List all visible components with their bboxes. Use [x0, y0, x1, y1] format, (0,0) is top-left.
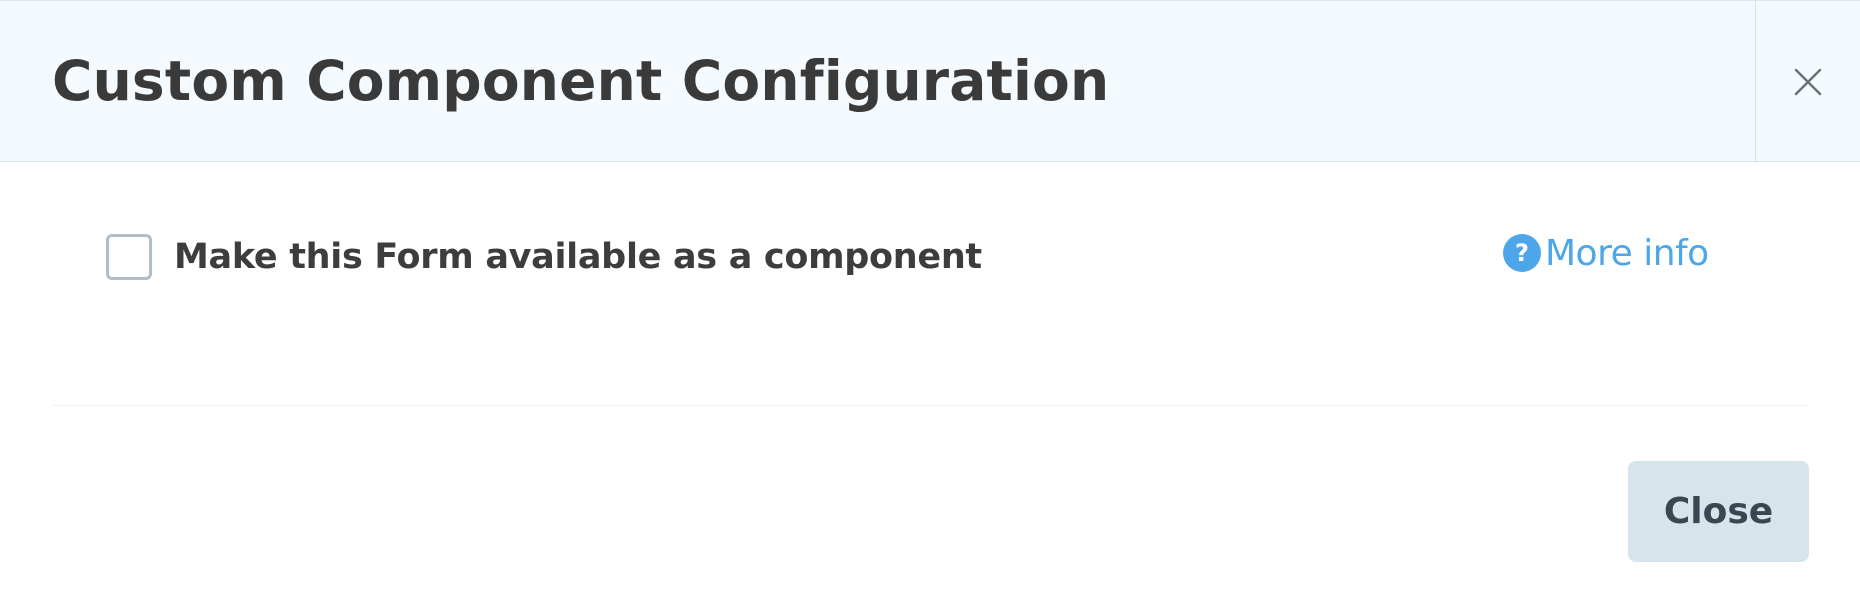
- footer-divider: [52, 405, 1808, 406]
- help-circle-icon: ?: [1503, 234, 1541, 272]
- close-button[interactable]: Close: [1628, 461, 1809, 562]
- dialog-header: Custom Component Configuration: [0, 0, 1860, 163]
- more-info-label: More info: [1545, 232, 1709, 274]
- more-info-link[interactable]: ? More info: [1503, 228, 1709, 278]
- dialog-title: Custom Component Configuration: [52, 49, 1110, 113]
- close-icon: [1794, 68, 1822, 96]
- make-component-label[interactable]: Make this Form available as a component: [174, 237, 982, 277]
- make-component-checkbox[interactable]: [106, 234, 152, 280]
- dialog-close-x-button[interactable]: [1756, 1, 1860, 163]
- custom-component-config-dialog: Custom Component Configuration Make this…: [0, 0, 1860, 614]
- component-option-row: Make this Form available as a component: [106, 230, 982, 284]
